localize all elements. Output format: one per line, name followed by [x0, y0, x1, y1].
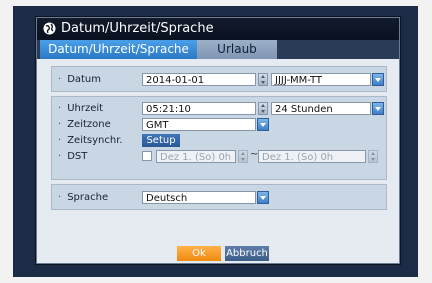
date-format-select[interactable]: JJJJ-MM-TT — [271, 73, 371, 86]
ok-button[interactable]: Ok — [177, 246, 221, 261]
zeitsynchr-label: Zeitsynchr. — [58, 134, 122, 148]
sprache-dropdown-button[interactable] — [257, 191, 269, 204]
setup-button[interactable]: Setup — [142, 134, 180, 147]
tab-datum-uhrzeit-sprache[interactable]: Datum/Uhrzeit/Sprache — [40, 40, 197, 59]
dst-start-spinner[interactable] — [238, 150, 248, 163]
datum-spinner[interactable] — [258, 73, 268, 86]
dst-checkbox[interactable] — [142, 151, 152, 161]
hour-mode-select[interactable]: 24 Stunden — [271, 102, 371, 115]
datum-field[interactable]: 2014-01-01 — [142, 73, 256, 86]
sprache-select[interactable]: Deutsch — [142, 191, 256, 204]
date-format-dropdown-button[interactable] — [372, 73, 384, 86]
uhrzeit-spinner[interactable] — [258, 102, 268, 115]
uhrzeit-field[interactable]: 05:21:10 — [142, 102, 256, 115]
dst-label: DST — [58, 150, 87, 164]
dst-end-field[interactable]: Dez 1. (So) 0h — [258, 150, 366, 163]
dst-start-field[interactable]: Dez 1. (So) 0h — [156, 150, 236, 163]
zeitzone-label: Zeitzone — [58, 118, 111, 132]
settings-dialog: Datum/Uhrzeit/Sprache Datum/Uhrzeit/Spra… — [36, 17, 400, 264]
datum-label: Datum — [58, 73, 101, 87]
globe-icon — [43, 22, 56, 35]
uhrzeit-label: Uhrzeit — [58, 102, 103, 116]
date-group: Datum 2014-01-01 JJJJ-MM-TT — [51, 66, 387, 92]
title-bar: Datum/Uhrzeit/Sprache — [37, 18, 399, 40]
tab-urlaub[interactable]: Urlaub — [197, 40, 277, 59]
abbruch-button[interactable]: Abbruch — [225, 246, 269, 261]
language-group: Sprache Deutsch — [51, 184, 387, 210]
dialog-title: Datum/Uhrzeit/Sprache — [61, 21, 214, 36]
dst-end-spinner[interactable] — [368, 150, 378, 163]
zeitzone-dropdown-button[interactable] — [257, 118, 269, 131]
zeitzone-select[interactable]: GMT — [142, 118, 256, 131]
tab-bar: Datum/Uhrzeit/Sprache Urlaub — [37, 40, 399, 59]
sprache-label: Sprache — [58, 191, 108, 205]
time-group: Uhrzeit 05:21:10 24 Stunden Zeitzone GMT… — [51, 96, 387, 180]
hour-mode-dropdown-button[interactable] — [372, 102, 384, 115]
